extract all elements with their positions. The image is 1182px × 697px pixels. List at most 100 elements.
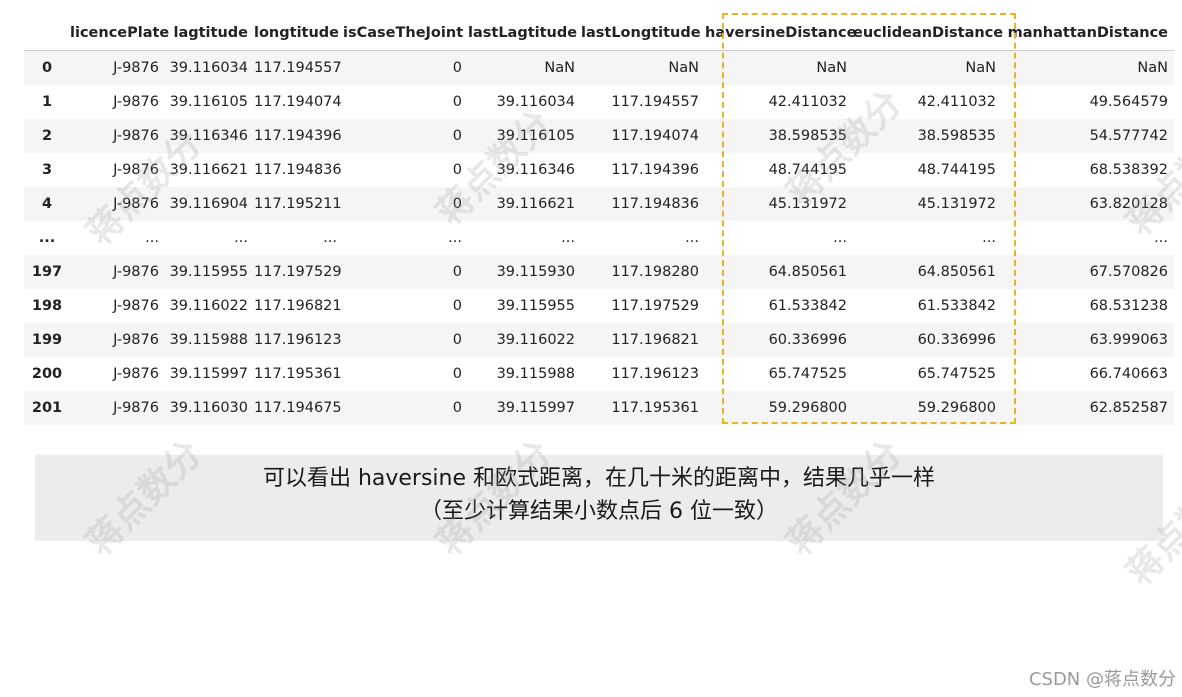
table-row: 197 J-9876 39.115955 117.197529 0 39.115930 11… [24,255,1174,289]
table-cell: 39.116346 [468,153,581,187]
page: licencePlate lagtitude longtitude isCaseThe… [0,0,1182,697]
table-cell: 39.116105 [468,119,581,153]
table-row: 4 J-9876 39.116904 117.195211 0 39.116621 117.… [24,187,1174,221]
table-cell: 39.116904 [165,187,254,221]
table-cell: 0 [343,119,468,153]
table-cell: 67.570826 [1002,255,1174,289]
table-row: 2 J-9876 39.116346 117.194396 0 39.116105 117.… [24,119,1174,153]
table-cell: J-9876 [70,357,165,391]
note-line-1: 可以看出 haversine 和欧式距离，在几十米的距离中，结果几乎一样 [262,466,936,491]
table-cell: 117.196821 [254,289,343,323]
table-row: 201 J-9876 39.116030 117.194675 0 39.115997 11… [24,391,1174,425]
row-index: ... [24,221,70,255]
table-cell: J-9876 [70,289,165,323]
table-cell: 66.740663 [1002,357,1174,391]
table-cell: 65.747525 [705,357,853,391]
table-cell: NaN [581,50,705,85]
table-row: 1 J-9876 39.116105 117.194074 0 39.116034 117.… [24,85,1174,119]
table-cell: 117.194074 [581,119,705,153]
table-cell: 0 [343,187,468,221]
table-cell: 48.744195 [705,153,853,187]
table-cell: 39.115988 [468,357,581,391]
table-cell: 117.194557 [254,50,343,85]
table-cell: J-9876 [70,187,165,221]
table-cell: ... [254,221,343,255]
table-cell: ... [70,221,165,255]
table-cell: 117.195361 [581,391,705,425]
table-cell: 48.744195 [853,153,1002,187]
table-cell: 39.115997 [165,357,254,391]
table-cell: 39.115988 [165,323,254,357]
note-line-2: （至少计算结果小数点后 6 位一致） [420,499,778,524]
table-cell: J-9876 [70,50,165,85]
table-row: .............................. [24,221,1174,255]
table-cell: 0 [343,255,468,289]
table-cell: 0 [343,153,468,187]
table-cell: 54.577742 [1002,119,1174,153]
table-cell: 68.538392 [1002,153,1174,187]
row-index: 3 [24,153,70,187]
table-cell: ... [853,221,1002,255]
column-header: licencePlate [70,16,169,51]
table-cell: 39.116022 [165,289,254,323]
table-row: 198 J-9876 39.116022 117.196821 0 39.115955 11… [24,289,1174,323]
table-cell: 63.820128 [1002,187,1174,221]
table-cell: 39.116346 [165,119,254,153]
table-cell: ... [468,221,581,255]
table-cell: 117.195361 [254,357,343,391]
table-cell: 0 [343,289,468,323]
column-header: lagtitude [165,16,254,51]
table-cell: ... [343,221,468,255]
table-cell: J-9876 [70,119,165,153]
table-cell: 38.598535 [853,119,1002,153]
table-cell: 39.116034 [468,85,581,119]
table-cell: 39.116034 [165,50,254,85]
table-cell: J-9876 [70,85,165,119]
column-header: longtitude [254,16,343,51]
table-cell: 117.194557 [581,85,705,119]
table-cell: 49.564579 [1002,85,1174,119]
table-cell: 0 [343,85,468,119]
table-cell: NaN [468,50,581,85]
column-header: haversineDistance [705,16,856,51]
table-cell: ... [1002,221,1174,255]
table-cell: 45.131972 [853,187,1002,221]
table-cell: J-9876 [70,255,165,289]
table-cell: 117.194074 [254,85,343,119]
table-cell: 64.850561 [853,255,1002,289]
row-index: 0 [24,50,70,85]
table-cell: 39.116621 [468,187,581,221]
table-cell: J-9876 [70,323,165,357]
table-cell: NaN [853,50,1002,85]
table-cell: 60.336996 [853,323,1002,357]
column-header: isCaseTheJoint [343,16,468,51]
table-row: 200 J-9876 39.115997 117.195361 0 39.115988 11… [24,357,1174,391]
table-cell: 117.196821 [581,323,705,357]
column-header: manhattanDistance [1002,16,1174,51]
table-cell: 117.194396 [581,153,705,187]
table-cell: 39.116030 [165,391,254,425]
table-cell: 42.411032 [853,85,1002,119]
table-cell: 117.198280 [581,255,705,289]
table-cell: 61.533842 [705,289,853,323]
row-index: 201 [24,391,70,425]
dataframe-table: licencePlate lagtitude longtitude isCaseThe… [24,16,1174,425]
table-cell: 0 [343,357,468,391]
table-cell: ... [581,221,705,255]
table-cell: NaN [705,50,853,85]
table-cell: 62.852587 [1002,391,1174,425]
table-cell: 39.116105 [165,85,254,119]
table-cell: 68.531238 [1002,289,1174,323]
table-cell: 65.747525 [853,357,1002,391]
row-index: 2 [24,119,70,153]
table-cell: 117.197529 [581,289,705,323]
table-cell: 39.115955 [468,289,581,323]
table-cell: 39.115955 [165,255,254,289]
table-cell: J-9876 [70,391,165,425]
table-cell: 63.999063 [1002,323,1174,357]
table-cell: 0 [343,323,468,357]
header-row: licencePlate lagtitude longtitude isCaseThe… [24,16,1174,51]
column-header: lastLagtitude [468,16,581,51]
credit-text: CSDN @蒋点数分 [1028,669,1176,690]
table-cell: 117.197529 [254,255,343,289]
